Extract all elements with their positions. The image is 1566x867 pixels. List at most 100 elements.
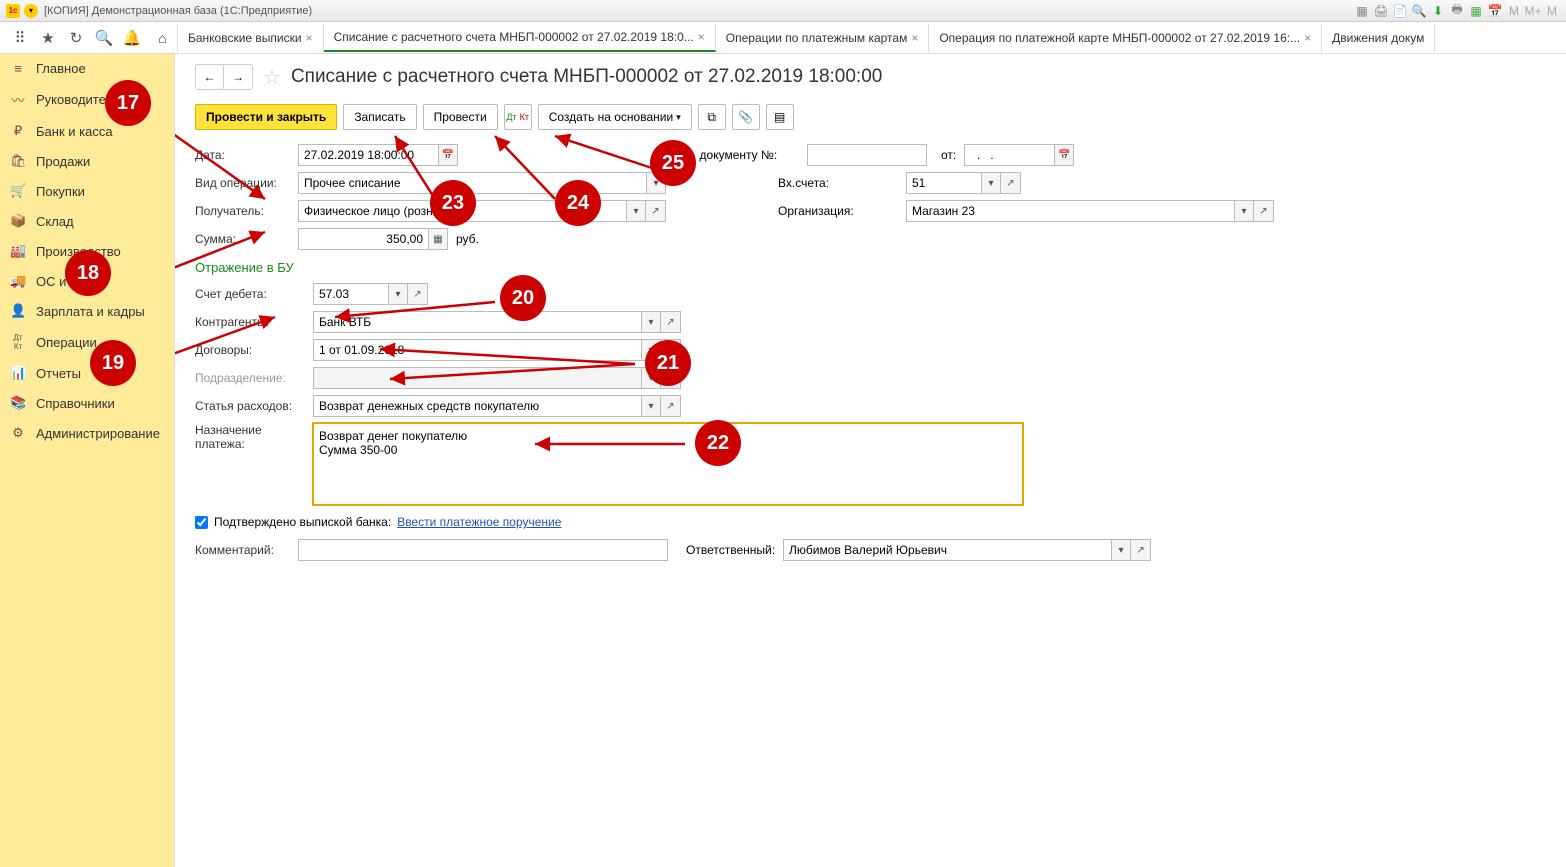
history-icon[interactable]: ↻ — [64, 26, 88, 50]
debit-input[interactable] — [313, 283, 388, 305]
org-input[interactable] — [906, 200, 1234, 222]
titlebar-icon-calc[interactable]: ▦ — [1468, 3, 1484, 19]
app-icon: 1c — [6, 4, 20, 18]
enter-payment-link[interactable]: Ввести платежное поручение — [397, 515, 561, 529]
star-icon[interactable]: ★ — [36, 26, 60, 50]
dropdown-icon[interactable]: ▾ — [1111, 539, 1131, 561]
sidebar-item-assets[interactable]: 🚚ОС и НМА — [0, 266, 174, 296]
nav-forward-button[interactable]: → — [224, 65, 252, 89]
titlebar-dropdown-icon[interactable]: ▾ — [24, 4, 38, 18]
docfrom-input[interactable] — [964, 144, 1054, 166]
favorite-icon[interactable]: ☆ — [263, 65, 281, 90]
dtkt-button[interactable]: ДтКт — [504, 104, 532, 130]
factory-icon: 🏭 — [10, 243, 26, 259]
tab-label: Движения докум — [1332, 31, 1424, 45]
date-input[interactable] — [298, 144, 438, 166]
titlebar-icon-search[interactable]: 🔍 — [1411, 3, 1427, 19]
sidebar-item-purchases[interactable]: 🛒Покупки — [0, 176, 174, 206]
dropdown-icon[interactable]: ▾ — [641, 395, 661, 417]
tab-4[interactable]: Движения докум — [1322, 24, 1435, 52]
dropdown-icon[interactable]: ▾ — [388, 283, 408, 305]
dropdown-icon[interactable]: ▾ — [646, 172, 666, 194]
list-button[interactable]: ▤ — [766, 104, 794, 130]
window-titlebar: 1c ▾ [КОПИЯ] Демонстрационная база (1С:П… — [0, 0, 1566, 22]
titlebar-icon-print2[interactable]: 🖶 — [1449, 3, 1465, 19]
titlebar-icon-cal[interactable]: 📅 — [1487, 3, 1503, 19]
tab-label: Операция по платежной карте МНБП-000002 … — [939, 31, 1300, 45]
responsible-label: Ответственный: — [686, 543, 775, 557]
open-icon[interactable]: ↗ — [1254, 200, 1274, 222]
sidebar-item-production[interactable]: 🏭Производство — [0, 236, 174, 266]
calc-icon[interactable]: ▦ — [428, 228, 448, 250]
sidebar-item-manager[interactable]: 〰Руководителю — [0, 83, 174, 116]
attach-button[interactable]: 📎 — [732, 104, 760, 130]
post-close-button[interactable]: Провести и закрыть — [195, 104, 337, 130]
open-icon[interactable]: ↗ — [661, 311, 681, 333]
sum-input[interactable] — [298, 228, 428, 250]
open-icon[interactable]: ↗ — [646, 200, 666, 222]
tab-0[interactable]: Банковские выписки× — [178, 24, 324, 52]
open-icon[interactable]: ↗ — [408, 283, 428, 305]
sidebar-item-sales[interactable]: 🛍Продажи — [0, 146, 174, 176]
contract-input[interactable] — [313, 339, 641, 361]
titlebar-icon-m[interactable]: М — [1506, 3, 1522, 19]
titlebar-icon-mplus[interactable]: М+ — [1525, 3, 1541, 19]
sidebar-label: Покупки — [36, 184, 85, 199]
structure-button[interactable]: ⧉ — [698, 104, 726, 130]
close-icon[interactable]: × — [1304, 31, 1311, 45]
sidebar-item-salary[interactable]: 👤Зарплата и кадры — [0, 296, 174, 326]
search-icon[interactable]: 🔍 — [92, 26, 116, 50]
dropdown-icon[interactable]: ▾ — [981, 172, 1001, 194]
titlebar-icon-1[interactable]: ▦ — [1354, 3, 1370, 19]
close-icon[interactable]: × — [698, 30, 705, 44]
open-icon[interactable]: ↗ — [1001, 172, 1021, 194]
sidebar-item-bank[interactable]: ₽Банк и касса — [0, 116, 174, 146]
nav-back-button[interactable]: ← — [196, 65, 224, 89]
expense-label: Статья расходов: — [195, 399, 305, 413]
calendar-icon[interactable]: 📅 — [438, 144, 458, 166]
dropdown-icon[interactable]: ▾ — [626, 200, 646, 222]
responsible-input[interactable] — [783, 539, 1111, 561]
row-sum: Сумма: ▦ руб. — [195, 228, 1546, 250]
post-button[interactable]: Провести — [423, 104, 498, 130]
save-button[interactable]: Записать — [343, 104, 416, 130]
tab-1[interactable]: Списание с расчетного счета МНБП-000002 … — [324, 24, 716, 52]
titlebar-icon-down[interactable]: ⬇ — [1430, 3, 1446, 19]
tab-3[interactable]: Операция по платежной карте МНБП-000002 … — [929, 24, 1322, 52]
bell-icon[interactable]: 🔔 — [120, 26, 144, 50]
sidebar-item-catalogs[interactable]: 📚Справочники — [0, 388, 174, 418]
titlebar-icon-print[interactable]: 🖨 — [1373, 3, 1389, 19]
tab-home[interactable]: ⌂ — [148, 24, 178, 52]
sidebar-item-operations[interactable]: ДтКтОперации — [0, 326, 174, 358]
docnum-input[interactable] — [807, 144, 927, 166]
sidebar-item-main[interactable]: ≡Главное — [0, 54, 174, 83]
open-icon[interactable]: ↗ — [661, 395, 681, 417]
recipient-input[interactable] — [298, 200, 626, 222]
confirmed-checkbox[interactable] — [195, 516, 208, 529]
menu-icon: ≡ — [10, 61, 26, 76]
sidebar-item-reports[interactable]: 📊Отчеты — [0, 358, 174, 388]
dropdown-icon[interactable]: ▾ — [641, 339, 661, 361]
open-icon[interactable]: ↗ — [1131, 539, 1151, 561]
dropdown-icon[interactable]: ▾ — [1234, 200, 1254, 222]
row-division: Подразделение: ▾ ↗ — [195, 367, 1546, 389]
dropdown-icon[interactable]: ▾ — [641, 311, 661, 333]
create-based-button[interactable]: Создать на основании ▾ — [538, 104, 692, 130]
titlebar-icon-mminus[interactable]: М — [1544, 3, 1560, 19]
titlebar-icon-doc[interactable]: 📄 — [1392, 3, 1408, 19]
close-icon[interactable]: × — [306, 31, 313, 45]
close-icon[interactable]: × — [911, 31, 918, 45]
tab-2[interactable]: Операции по платежным картам× — [716, 24, 930, 52]
open-icon[interactable]: ↗ — [661, 339, 681, 361]
calendar-icon[interactable]: 📅 — [1054, 144, 1074, 166]
comment-input[interactable] — [298, 539, 668, 561]
row-debit: Счет дебета: ▾ ↗ — [195, 283, 1546, 305]
optype-input[interactable] — [298, 172, 646, 194]
counterparty-input[interactable] — [313, 311, 641, 333]
sidebar-item-warehouse[interactable]: 📦Склад — [0, 206, 174, 236]
apps-icon[interactable]: ⠿ — [8, 26, 32, 50]
account-input[interactable] — [906, 172, 981, 194]
sidebar-item-admin[interactable]: ⚙Администрирование — [0, 418, 174, 448]
purpose-textarea[interactable] — [313, 423, 1023, 505]
expense-input[interactable] — [313, 395, 641, 417]
